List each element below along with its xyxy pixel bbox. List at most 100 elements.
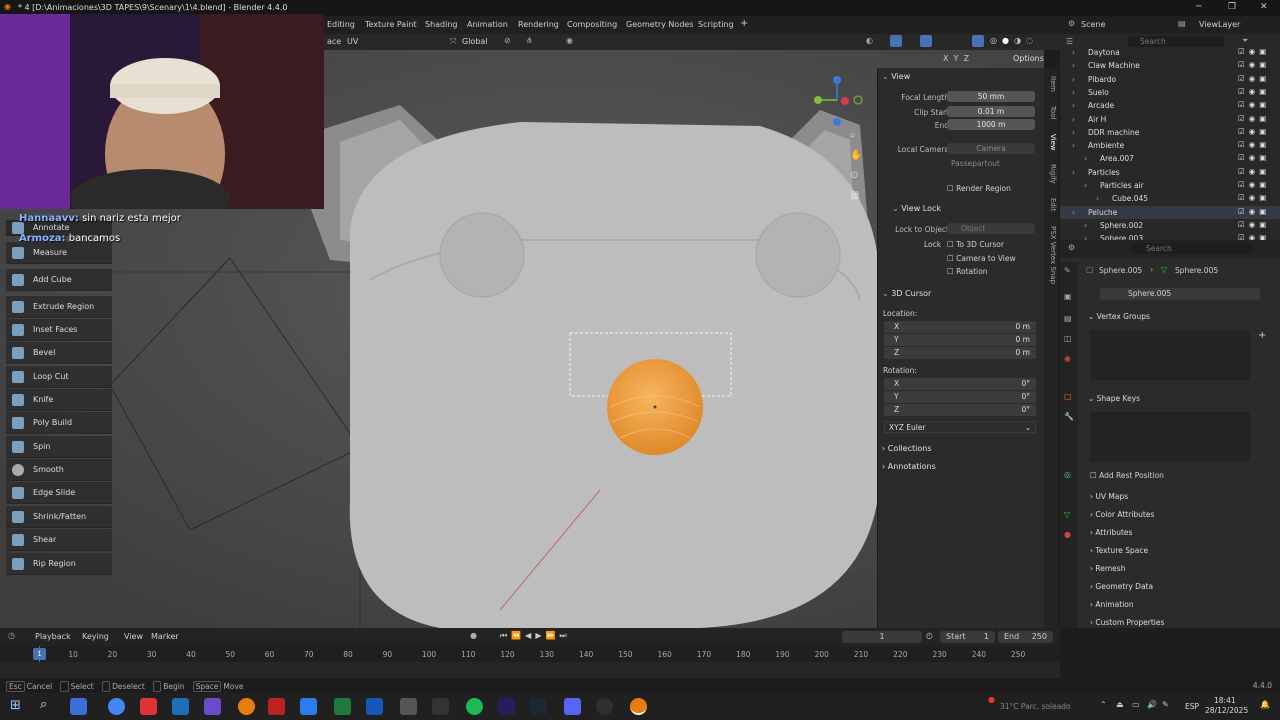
annotations-header[interactable]: › Annotations <box>882 462 936 471</box>
camera-view-icon[interactable]: ⊙ <box>850 170 858 181</box>
visibility-toggles-icon[interactable]: ☑◉▣ <box>1238 193 1270 202</box>
close-icon[interactable]: ✕ <box>1260 2 1268 12</box>
tab-compositing[interactable]: Compositing <box>567 20 617 29</box>
tool-loop-cut[interactable]: Loop Cut <box>6 366 112 388</box>
ortho-grid-icon[interactable]: ▦ <box>850 190 859 201</box>
camera-to-view-checkbox[interactable]: ☐ Camera to View <box>947 254 1016 263</box>
discord-icon[interactable] <box>564 698 581 715</box>
properties-section-header[interactable]: › UV Maps <box>1090 492 1128 501</box>
usb-icon[interactable]: ⏏ <box>1116 700 1124 709</box>
visual-studio-icon[interactable] <box>366 698 383 715</box>
clip-start-field[interactable]: 0.01 m <box>947 106 1035 117</box>
lock-to-cursor-checkbox[interactable]: ☐ To 3D Cursor <box>947 240 1004 249</box>
timeline-ruler[interactable]: 10 20 30 40 50 60 70 80 90 100 110 120 130 140 150 160 1… <box>0 646 1060 662</box>
visibility-toggles-icon[interactable]: ☑◉▣ <box>1238 60 1270 69</box>
pycharm-icon[interactable] <box>334 698 351 715</box>
viewlayer-name[interactable]: ViewLayer <box>1199 20 1240 29</box>
expand-chevron-icon[interactable]: › <box>1084 154 1087 163</box>
overlay-toggle-icon[interactable] <box>920 35 932 47</box>
expand-chevron-icon[interactable]: › <box>1084 221 1087 230</box>
app-icon[interactable] <box>400 698 417 715</box>
proportional-icon[interactable]: ◉ <box>566 36 573 45</box>
maximize-icon[interactable]: ❐ <box>1228 2 1236 12</box>
current-frame-field[interactable]: 1 <box>842 631 922 643</box>
opera-icon[interactable] <box>140 698 157 715</box>
tool-shrink-fatten[interactable]: Shrink/Fatten <box>6 506 112 528</box>
edge-icon[interactable] <box>172 698 189 715</box>
tab-scripting[interactable]: Scripting <box>698 20 734 29</box>
3d-cursor-header[interactable]: ⌄ 3D Cursor <box>882 289 931 298</box>
xray-toggle-icon[interactable] <box>972 35 984 47</box>
axis-z-toggle[interactable]: Z <box>964 54 969 63</box>
visibility-toggles-icon[interactable]: ☑◉▣ <box>1238 114 1270 123</box>
visibility-toggles-icon[interactable]: ☑◉▣ <box>1238 127 1270 136</box>
outliner-row[interactable]: › Peluche ☑◉▣ <box>1060 205 1280 219</box>
end-frame-field[interactable]: End 250 <box>998 631 1053 643</box>
local-camera-field[interactable]: Camera <box>947 143 1035 154</box>
add-workspace-icon[interactable]: + <box>740 18 748 29</box>
expand-chevron-icon[interactable]: › <box>1072 48 1075 57</box>
add-vertex-group-icon[interactable]: + <box>1258 330 1266 341</box>
tab-texture-paint[interactable]: Texture Paint <box>365 20 417 29</box>
lock-rotation-checkbox[interactable]: ☐ Rotation <box>947 267 987 276</box>
properties-search[interactable]: Search <box>1132 243 1252 254</box>
clip-end-field[interactable]: 1000 m <box>947 119 1035 130</box>
tool-edge-slide[interactable]: Edge Slide <box>6 482 112 504</box>
cursor-rotation-z[interactable]: Z 0° <box>884 404 1036 416</box>
editor-type-icon[interactable]: ☰ <box>1066 37 1073 46</box>
lock-object-field[interactable]: Object <box>947 223 1035 234</box>
mesh-name-field[interactable]: Sphere.005 <box>1100 288 1260 300</box>
solid-shading-icon[interactable]: ● <box>1002 36 1009 45</box>
vertex-groups-list[interactable] <box>1090 330 1250 380</box>
clock-date[interactable]: 28/12/2025 <box>1205 706 1248 715</box>
rendered-shading-icon[interactable]: ◌ <box>1026 36 1033 45</box>
tool-smooth[interactable]: Smooth <box>6 459 112 481</box>
outliner-row[interactable]: › Particles ☑◉▣ <box>1060 166 1280 179</box>
tool-bevel[interactable]: Bevel <box>6 342 112 364</box>
physics-props-icon[interactable]: ◎ <box>1064 470 1071 479</box>
visibility-toggles-icon[interactable]: ☑◉▣ <box>1238 180 1270 189</box>
tool-extrude-region[interactable]: Extrude Region <box>6 296 112 318</box>
search-icon[interactable]: ⌕ <box>40 697 47 712</box>
chrome-icon[interactable] <box>108 698 125 715</box>
snap-icon[interactable]: ⋔ <box>526 36 533 45</box>
modifier-props-icon[interactable]: 🔧 <box>1064 412 1074 421</box>
cursor-location-x[interactable]: X0 m <box>884 321 1036 333</box>
pen-icon[interactable]: ✎ <box>1162 700 1169 709</box>
mesh-data-props-icon[interactable]: ▽ <box>1064 510 1070 519</box>
after-effects-icon[interactable] <box>498 698 515 715</box>
network-icon[interactable]: ▭ <box>1132 700 1140 709</box>
render-props-icon[interactable]: ▣ <box>1064 292 1072 301</box>
outliner-row[interactable]: › Area.007 ☑◉▣ <box>1060 152 1280 165</box>
shape-keys-list[interactable] <box>1090 412 1250 462</box>
material-shading-icon[interactable]: ◑ <box>1014 36 1021 45</box>
uv-menu[interactable]: UV <box>347 37 358 46</box>
visibility-toggles-icon[interactable]: ☑◉▣ <box>1238 100 1270 109</box>
start-frame-field[interactable]: Start 1 <box>940 631 995 643</box>
options-menu[interactable]: Options <box>1013 54 1044 63</box>
tool-measure[interactable]: Measure <box>6 242 112 264</box>
visibility-icon[interactable]: ◐ <box>866 36 873 45</box>
expand-chevron-icon[interactable]: › <box>1072 128 1075 137</box>
expand-chevron-icon[interactable]: › <box>1072 101 1075 110</box>
outliner-row[interactable]: › Cube.045 ☑◉▣ <box>1060 192 1280 205</box>
visibility-toggles-icon[interactable]: ☑◉▣ <box>1238 167 1270 176</box>
tool-rip-region[interactable]: Rip Region <box>6 553 112 575</box>
blender-active-icon[interactable] <box>630 698 647 715</box>
tab-rendering[interactable]: Rendering <box>518 20 559 29</box>
volume-icon[interactable]: 🔊 <box>1147 700 1157 709</box>
properties-section-header[interactable]: › Geometry Data <box>1090 582 1153 591</box>
object-props-icon[interactable]: ▢ <box>1064 392 1072 401</box>
view-layer-props-icon[interactable]: ◫ <box>1064 334 1072 343</box>
keying-menu[interactable]: Keying <box>82 632 109 641</box>
video-editor-icon[interactable] <box>268 698 285 715</box>
paint-icon[interactable] <box>300 698 317 715</box>
tab-geometry-nodes[interactable]: Geometry Nodes <box>626 20 693 29</box>
tool-spin[interactable]: Spin <box>6 436 112 458</box>
start-windows-icon[interactable]: ⊞ <box>10 698 21 713</box>
visibility-toggles-icon[interactable]: ☑◉▣ <box>1238 140 1270 149</box>
scene-props-icon[interactable]: ◉ <box>1064 354 1071 363</box>
blender-icon[interactable] <box>238 698 255 715</box>
view-menu[interactable]: View <box>124 632 143 641</box>
visibility-toggles-icon[interactable]: ☑◉▣ <box>1238 47 1270 56</box>
